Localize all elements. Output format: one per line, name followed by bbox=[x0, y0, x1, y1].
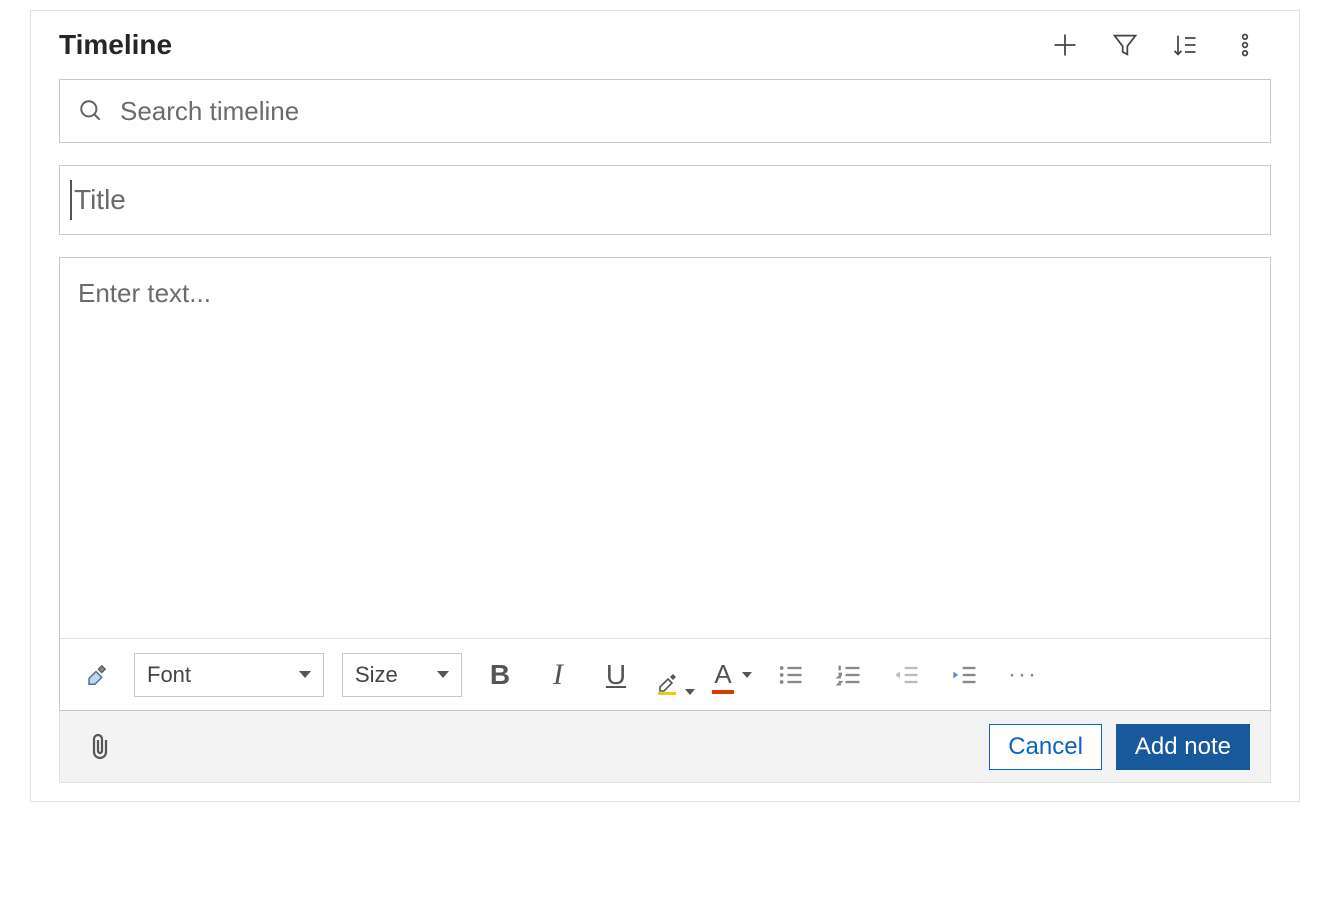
font-size-select[interactable]: Size bbox=[342, 653, 462, 697]
spacer bbox=[31, 783, 1299, 801]
note-footer: Cancel Add note bbox=[59, 711, 1271, 783]
attach-button[interactable] bbox=[80, 727, 120, 767]
toolbar-more-button[interactable]: ··· bbox=[1003, 655, 1043, 695]
font-family-select[interactable]: Font bbox=[134, 653, 324, 697]
format-painter-button[interactable] bbox=[76, 655, 116, 695]
timeline-panel: Timeline bbox=[30, 10, 1300, 802]
outdent-icon bbox=[893, 661, 921, 689]
bold-icon: B bbox=[490, 659, 510, 691]
bulleted-list-button[interactable] bbox=[771, 655, 811, 695]
chevron-down-icon bbox=[685, 689, 695, 695]
outdent-button[interactable] bbox=[887, 655, 927, 695]
font-family-label: Font bbox=[147, 662, 191, 688]
font-size-label: Size bbox=[355, 662, 398, 688]
text-cursor bbox=[70, 180, 72, 220]
bulleted-list-icon bbox=[777, 661, 805, 689]
highlight-color-button[interactable] bbox=[654, 655, 695, 695]
bold-button[interactable]: B bbox=[480, 655, 520, 695]
add-note-button[interactable]: Add note bbox=[1116, 724, 1250, 770]
highlighter-icon bbox=[654, 667, 682, 695]
plus-icon bbox=[1051, 31, 1079, 59]
numbered-list-button[interactable] bbox=[829, 655, 869, 695]
format-painter-icon bbox=[82, 661, 110, 689]
underline-icon: U bbox=[606, 659, 626, 691]
rich-text-toolbar: Font Size B I U bbox=[60, 638, 1270, 710]
sort-button[interactable] bbox=[1169, 29, 1201, 61]
note-editor: Enter text... Font Size B I bbox=[59, 257, 1271, 711]
paperclip-icon bbox=[87, 732, 113, 762]
add-button[interactable] bbox=[1049, 29, 1081, 61]
note-title-box[interactable] bbox=[59, 165, 1271, 235]
italic-icon: I bbox=[553, 658, 563, 692]
sort-icon bbox=[1171, 31, 1199, 59]
kebab-icon bbox=[1231, 31, 1259, 59]
more-button[interactable] bbox=[1229, 29, 1261, 61]
cancel-button[interactable]: Cancel bbox=[989, 724, 1102, 770]
underline-button[interactable]: U bbox=[596, 655, 636, 695]
chevron-down-icon bbox=[742, 672, 752, 678]
search-box[interactable] bbox=[59, 79, 1271, 143]
chevron-down-icon bbox=[437, 671, 449, 678]
italic-button[interactable]: I bbox=[538, 655, 578, 695]
indent-icon bbox=[951, 661, 979, 689]
note-body-input[interactable]: Enter text... bbox=[60, 258, 1270, 638]
search-icon bbox=[78, 98, 104, 124]
filter-button[interactable] bbox=[1109, 29, 1141, 61]
funnel-icon bbox=[1111, 31, 1139, 59]
search-input[interactable] bbox=[118, 95, 1252, 128]
indent-button[interactable] bbox=[945, 655, 985, 695]
note-title-input[interactable] bbox=[74, 184, 1260, 216]
chevron-down-icon bbox=[299, 671, 311, 678]
font-color-button[interactable]: A bbox=[713, 655, 753, 695]
timeline-title: Timeline bbox=[59, 29, 1049, 61]
timeline-header-actions bbox=[1049, 29, 1271, 61]
timeline-header: Timeline bbox=[31, 11, 1299, 69]
font-color-icon: A bbox=[714, 659, 731, 690]
numbered-list-icon bbox=[835, 661, 863, 689]
ellipsis-icon: ··· bbox=[1008, 661, 1038, 689]
